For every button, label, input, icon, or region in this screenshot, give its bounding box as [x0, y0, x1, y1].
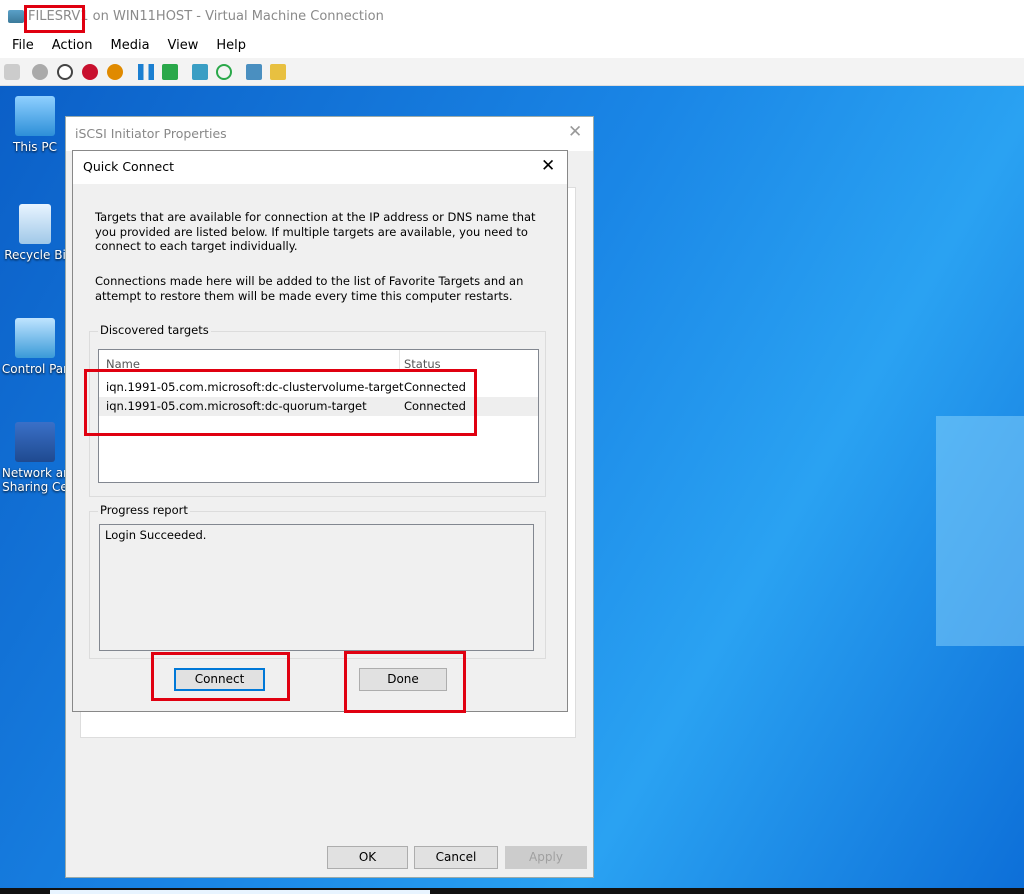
control-panel-icon — [15, 318, 55, 358]
icon-label: Sharing Ce — [2, 480, 68, 494]
annotation-box-connect — [151, 652, 290, 701]
share-icon[interactable] — [270, 64, 286, 80]
close-icon[interactable]: ✕ — [541, 156, 555, 176]
close-icon[interactable]: ✕ — [568, 122, 582, 142]
toolbar — [0, 58, 1024, 86]
ctrl-alt-del-icon[interactable] — [4, 64, 20, 80]
apply-button[interactable]: Apply — [505, 846, 587, 869]
quick-connect-title-bar: Quick Connect ✕ — [73, 151, 567, 184]
shutdown-icon[interactable] — [82, 64, 98, 80]
favorites-note: Connections made here will be added to t… — [95, 274, 524, 303]
menu-view[interactable]: View — [168, 34, 199, 58]
windows-logo — [936, 416, 1024, 646]
icon-label: Recycle Bi — [4, 248, 66, 262]
vm-connection-icon — [8, 10, 24, 23]
annotation-box-targets — [84, 369, 477, 436]
computer-icon — [15, 96, 55, 136]
annotation-box-vm-name — [24, 5, 85, 33]
icon-label: This PC — [13, 140, 57, 154]
desktop-icon-recycle-bin[interactable]: Recycle Bi — [0, 204, 70, 262]
revert-icon[interactable] — [216, 64, 232, 80]
menu-bar: File Action Media View Help — [0, 34, 1024, 58]
reset-icon[interactable] — [162, 64, 178, 80]
dialog-title: iSCSI Initiator Properties — [75, 126, 227, 141]
progress-textbox[interactable]: Login Succeeded. — [99, 524, 534, 651]
enhanced-session-icon[interactable] — [246, 64, 262, 80]
taskbar — [0, 888, 1024, 894]
save-icon[interactable] — [107, 64, 123, 80]
description-text: Targets that are available for connectio… — [95, 210, 536, 253]
cancel-button[interactable]: Cancel — [414, 846, 498, 869]
dialog-title: Quick Connect — [83, 159, 175, 174]
iscsi-title-bar: iSCSI Initiator Properties ✕ — [66, 117, 593, 151]
title-bar: FILESRV1 on WIN11HOST - Virtual Machine … — [0, 0, 1024, 34]
desktop-icon-this-pc[interactable]: This PC — [0, 96, 70, 154]
turn-off-icon[interactable] — [57, 64, 73, 80]
desktop-icon-network[interactable]: Network ar Sharing Ce — [0, 422, 70, 494]
pause-icon[interactable] — [138, 64, 154, 80]
progress-report-group: Progress report Login Succeeded. — [89, 503, 546, 659]
annotation-box-done — [344, 651, 466, 713]
icon-label: Control Par — [1, 362, 69, 376]
menu-media[interactable]: Media — [110, 34, 149, 58]
checkpoint-icon[interactable] — [192, 64, 208, 80]
menu-action[interactable]: Action — [52, 34, 93, 58]
network-icon — [15, 422, 55, 462]
group-label: Progress report — [98, 503, 190, 517]
icon-label: Network ar — [1, 466, 69, 480]
title-rest: on WIN11HOST - Virtual Machine Connectio… — [88, 9, 384, 24]
start-icon[interactable] — [32, 64, 48, 80]
progress-text: Login Succeeded. — [105, 528, 207, 542]
recycle-bin-icon — [19, 204, 51, 244]
menu-help[interactable]: Help — [216, 34, 246, 58]
menu-file[interactable]: File — [12, 34, 34, 58]
ok-button[interactable]: OK — [327, 846, 408, 869]
group-label: Discovered targets — [98, 323, 211, 337]
desktop-icon-control-panel[interactable]: Control Par — [0, 318, 70, 376]
